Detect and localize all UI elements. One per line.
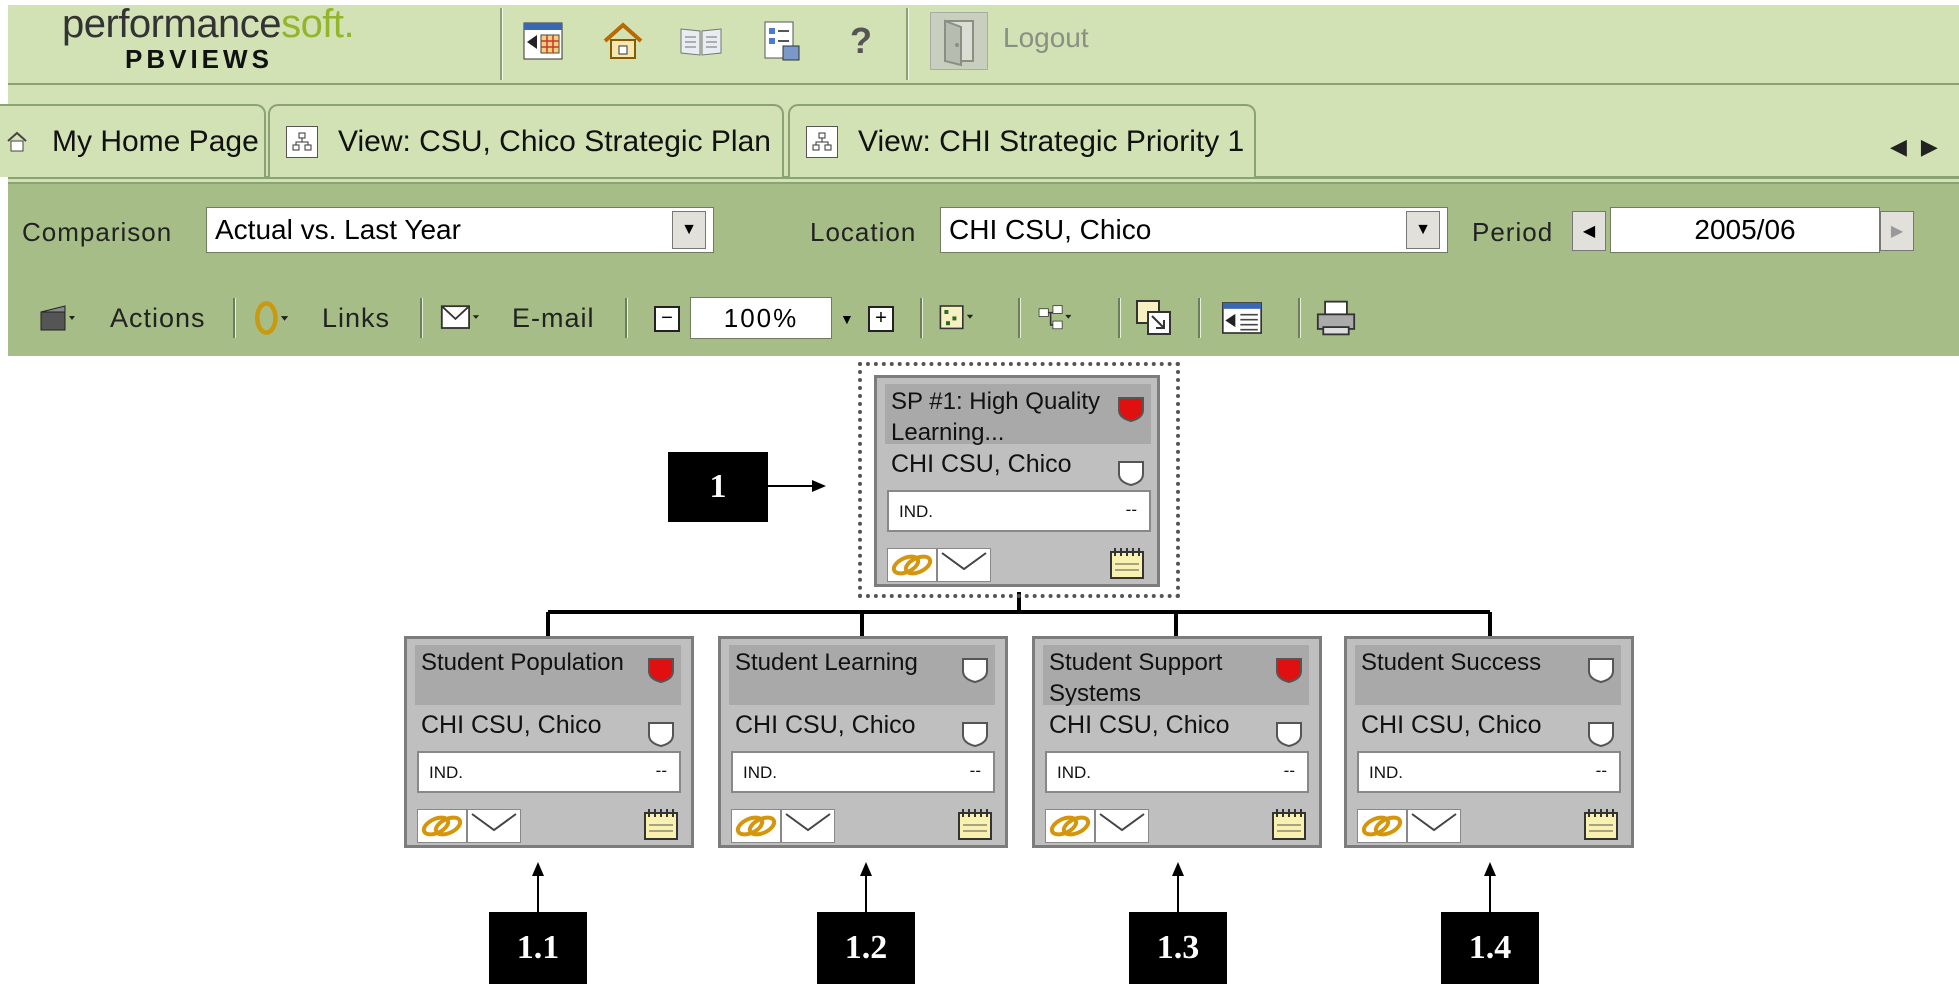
status-empty-shield-icon[interactable] (647, 721, 675, 747)
status-red-shield-icon[interactable] (1117, 396, 1145, 422)
notes-icon[interactable] (641, 807, 681, 841)
indicator-label: IND. (429, 763, 463, 782)
notes-icon[interactable] (1581, 807, 1621, 841)
link-icon[interactable] (417, 809, 467, 843)
callout-label: 1 (668, 452, 768, 522)
status-red-shield-icon[interactable] (647, 657, 675, 683)
card-title: Student Population (421, 649, 624, 676)
indicator-value: -- (1125, 500, 1137, 519)
indicator-label: IND. (743, 763, 777, 782)
mail-icon[interactable] (781, 809, 835, 843)
card-title: Student Learning (735, 649, 918, 676)
indicator-value: -- (1595, 761, 1607, 780)
card-title-bar: SP #1: High Quality Learning... (885, 384, 1151, 446)
card-indicator-row[interactable]: IND. -- (417, 751, 681, 793)
card-title: Student Support Systems (1049, 649, 1223, 707)
card-location: CHI CSU, Chico (421, 711, 602, 739)
mail-icon[interactable] (1095, 809, 1149, 843)
link-icon[interactable] (1357, 809, 1407, 843)
mail-icon[interactable] (467, 809, 521, 843)
callout-label: 1.3 (1129, 912, 1227, 984)
mail-icon[interactable] (1407, 809, 1461, 843)
indicator-label: IND. (899, 502, 933, 521)
card-title: SP #1: High Quality Learning... (891, 388, 1101, 446)
indicator-value: -- (1283, 761, 1295, 780)
notes-icon[interactable] (955, 807, 995, 841)
status-empty-shield-icon[interactable] (1117, 460, 1145, 486)
card-title-bar: Student Learning (729, 645, 995, 705)
card-location: CHI CSU, Chico (1361, 711, 1542, 739)
card-title-bar: Student Success (1355, 645, 1621, 705)
status-empty-shield-icon[interactable] (961, 721, 989, 747)
card-indicator-row[interactable]: IND. -- (1357, 751, 1621, 793)
callout-label: 1.4 (1441, 912, 1539, 984)
indicator-label: IND. (1057, 763, 1091, 782)
link-icon[interactable] (731, 809, 781, 843)
notes-icon[interactable] (1269, 807, 1309, 841)
callout-label: 1.2 (817, 912, 915, 984)
card-title-bar: Student Population (415, 645, 681, 705)
mail-icon[interactable] (937, 548, 991, 582)
card-indicator-row[interactable]: IND. -- (1045, 751, 1309, 793)
indicator-label: IND. (1369, 763, 1403, 782)
card-location: CHI CSU, Chico (1049, 711, 1230, 739)
card-student-support-systems[interactable]: Student Support Systems CHI CSU, Chico I… (1032, 636, 1322, 848)
callout-label: 1.1 (489, 912, 587, 984)
status-empty-shield-icon[interactable] (1587, 721, 1615, 747)
status-empty-shield-icon[interactable] (1275, 721, 1303, 747)
link-icon[interactable] (1045, 809, 1095, 843)
indicator-value: -- (655, 761, 667, 780)
indicator-value: -- (969, 761, 981, 780)
card-title-bar: Student Support Systems (1043, 645, 1309, 707)
card-student-success[interactable]: Student Success CHI CSU, Chico IND. -- (1344, 636, 1634, 848)
status-red-shield-icon[interactable] (1275, 657, 1303, 683)
notes-icon[interactable] (1107, 546, 1147, 580)
card-location: CHI CSU, Chico (735, 711, 916, 739)
card-sp1-high-quality-learning[interactable]: SP #1: High Quality Learning... CHI CSU,… (874, 375, 1160, 587)
status-empty-shield-icon[interactable] (961, 657, 989, 683)
card-indicator-row[interactable]: IND. -- (887, 490, 1151, 532)
card-student-population[interactable]: Student Population CHI CSU, Chico IND. -… (404, 636, 694, 848)
card-title: Student Success (1361, 649, 1542, 676)
card-indicator-row[interactable]: IND. -- (731, 751, 995, 793)
card-student-learning[interactable]: Student Learning CHI CSU, Chico IND. -- (718, 636, 1008, 848)
status-empty-shield-icon[interactable] (1587, 657, 1615, 683)
card-location: CHI CSU, Chico (891, 450, 1072, 478)
link-icon[interactable] (887, 548, 937, 582)
